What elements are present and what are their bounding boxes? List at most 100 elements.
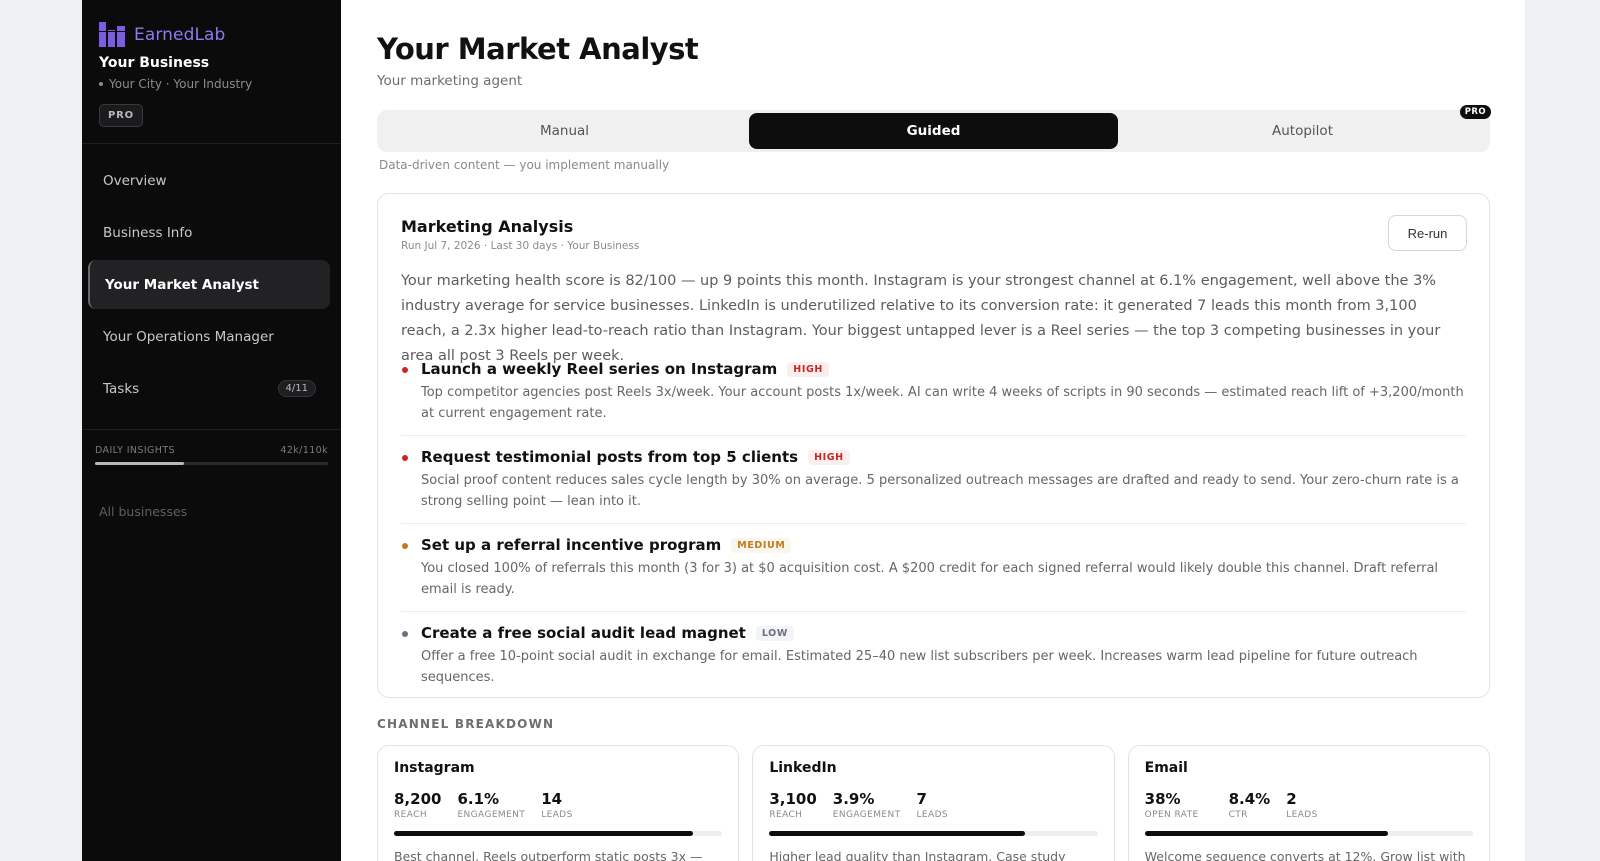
- channel-name: Instagram: [394, 760, 475, 776]
- channel-stat: 6.1% ENGAGEMENT: [457, 790, 525, 820]
- daily-insights-bar: [95, 462, 328, 465]
- channel-breakdown: Instagram 8,200 REACH 6.1% ENGAGEMENT 14 LE…: [377, 745, 1490, 861]
- rerun-button[interactable]: Re-run: [1388, 215, 1467, 251]
- business-meta-text: Your City · Your Industry: [109, 77, 253, 91]
- stat-value: 8.4%: [1228, 790, 1271, 808]
- stat-label: OPEN RATE: [1144, 810, 1199, 820]
- sidebar-item-label: Your Market Analyst: [105, 276, 259, 293]
- stat-label: LEADS: [916, 810, 949, 820]
- analysis-title: Marketing Analysis: [401, 217, 574, 236]
- channel-progress-fill: [1144, 831, 1388, 836]
- sidebar-item-label: Business Info: [103, 224, 193, 241]
- list-item[interactable]: Request testimonial posts from top 5 cli…: [401, 436, 1466, 524]
- sidebar-item-operations-manager[interactable]: Your Operations Manager: [88, 312, 330, 361]
- mode-tab-manual[interactable]: Manual: [380, 113, 749, 149]
- priority-dot-icon: [402, 367, 408, 373]
- sidebar-item-label: Overview: [103, 172, 167, 189]
- recommendation-body: You closed 100% of referrals this month …: [421, 561, 1439, 597]
- stat-value: 7: [916, 790, 927, 808]
- list-item[interactable]: Launch a weekly Reel series on Instagram…: [401, 356, 1466, 436]
- stat-value: 38%: [1144, 790, 1181, 808]
- channel-stat: 8.4% CTR: [1229, 790, 1271, 820]
- stat-label: ENGAGEMENT: [832, 810, 901, 820]
- sidebar-item-market-analyst[interactable]: Your Market Analyst: [88, 260, 330, 309]
- stat-value: 3,100: [769, 790, 817, 808]
- mode-tab-guided[interactable]: Guided: [749, 113, 1118, 149]
- recommendations-list: Launch a weekly Reel series on Instagram…: [401, 356, 1466, 692]
- sidebar-divider: [82, 143, 341, 144]
- recommendation-body: Social proof content reduces sales cycle…: [421, 473, 1459, 509]
- channel-name: LinkedIn: [769, 760, 837, 776]
- marketing-analysis-card: Marketing Analysis Run Jul 7, 2026 · Las…: [377, 193, 1490, 698]
- list-item[interactable]: Create a free social audit lead magnet L…: [401, 612, 1466, 692]
- page-title: Your Market Analyst: [377, 32, 699, 66]
- priority-badge: MEDIUM: [731, 537, 792, 553]
- channel-stat: 3.9% ENGAGEMENT: [833, 790, 901, 820]
- earnedlab-logo-icon: [99, 22, 125, 47]
- brand-name: EarnedLab: [134, 24, 226, 45]
- recommendation-title: Request testimonial posts from top 5 cli…: [421, 448, 799, 466]
- sidebar-item-overview[interactable]: Overview: [88, 156, 330, 205]
- business-meta: Your City · Your Industry: [99, 77, 252, 91]
- channel-stat: 2 LEADS: [1286, 790, 1318, 820]
- channel-card-instagram[interactable]: Instagram 8,200 REACH 6.1% ENGAGEMENT 14 LE…: [377, 745, 740, 861]
- stat-label: ENGAGEMENT: [457, 810, 526, 820]
- channel-stat: 7 LEADS: [917, 790, 949, 820]
- priority-badge: LOW: [755, 625, 794, 641]
- main-content: Your Market Analyst Your marketing agent…: [341, 0, 1525, 861]
- location-dot-icon: [99, 82, 103, 86]
- channel-note: Higher lead quality than Instagram. Case…: [769, 849, 1066, 861]
- sidebar-item-label: Tasks: [103, 380, 140, 397]
- channel-note: Best channel. Reels outperform static po…: [394, 849, 703, 861]
- sidebar-nav: Overview Business Info Your Market Analy…: [88, 156, 330, 416]
- channel-progress-bar: [394, 831, 723, 836]
- stat-label: REACH: [769, 810, 803, 820]
- sidebar-item-tasks[interactable]: Tasks 4/11: [88, 364, 330, 413]
- channel-stat: 38% OPEN RATE: [1145, 790, 1199, 820]
- recommendation-body: Offer a free 10-point social audit in ex…: [421, 649, 1418, 685]
- stat-label: LEADS: [541, 810, 573, 820]
- recommendation-body: Top competitor agencies post Reels 3x/we…: [421, 385, 1464, 421]
- stat-label: REACH: [394, 810, 427, 820]
- daily-insights-label: DAILY INSIGHTS: [95, 445, 175, 456]
- stat-value: 3.9%: [832, 790, 875, 808]
- channel-progress-fill: [769, 831, 1026, 836]
- channel-stat: 3,100 REACH: [769, 790, 816, 820]
- recommendation-title: Launch a weekly Reel series on Instagram: [421, 360, 778, 378]
- plan-badge: PRO: [99, 104, 143, 127]
- page-subtitle: Your marketing agent: [377, 73, 523, 89]
- mode-hint: Data-driven content — you implement manu…: [379, 158, 670, 172]
- priority-badge: HIGH: [787, 361, 829, 377]
- channel-stat: 14 LEADS: [541, 790, 573, 820]
- list-item[interactable]: Set up a referral incentive program MEDI…: [401, 524, 1466, 612]
- daily-insights-fill: [95, 462, 184, 465]
- tasks-count-badge: 4/11: [277, 380, 316, 397]
- channel-card-linkedin[interactable]: LinkedIn 3,100 REACH 3.9% ENGAGEMENT 7 LEAD…: [752, 745, 1115, 861]
- brand[interactable]: EarnedLab: [99, 22, 225, 47]
- sidebar: EarnedLab Your Business Your City · Your…: [82, 0, 341, 861]
- sidebar-divider: [82, 429, 341, 430]
- priority-badge: HIGH: [808, 449, 850, 465]
- daily-insights-usage: 42k/110k: [280, 445, 328, 456]
- stat-label: CTR: [1228, 810, 1248, 820]
- channel-note: Welcome sequence converts at 12%. Grow l…: [1144, 849, 1466, 861]
- channel-breakdown-heading: CHANNEL BREAKDOWN: [377, 717, 555, 731]
- all-businesses-link[interactable]: All businesses: [99, 504, 187, 519]
- recommendation-title: Create a free social audit lead magnet: [421, 624, 746, 642]
- analysis-summary: Your marketing health score is 82/100 — …: [401, 273, 1441, 364]
- channel-name: Email: [1144, 760, 1188, 776]
- analysis-meta: Run Jul 7, 2026 · Last 30 days · Your Bu…: [401, 240, 640, 252]
- mode-tab-autopilot[interactable]: Autopilot: [1118, 113, 1487, 149]
- mode-selector: Manual Guided Autopilot PRO: [377, 105, 1491, 152]
- stat-value: 8,200: [394, 790, 442, 808]
- sidebar-item-business-info[interactable]: Business Info: [88, 208, 330, 257]
- recommendation-title: Set up a referral incentive program: [421, 536, 722, 554]
- channel-progress-bar: [769, 831, 1098, 836]
- channel-card-email[interactable]: Email 38% OPEN RATE 8.4% CTR 2 LEADS Welcom…: [1127, 745, 1490, 861]
- business-name: Your Business: [99, 55, 210, 71]
- channel-stat: 8,200 REACH: [394, 790, 441, 820]
- daily-insights: DAILY INSIGHTS 42k/110k: [95, 445, 328, 465]
- priority-dot-icon: [402, 543, 408, 549]
- channel-progress-bar: [1144, 831, 1473, 836]
- stat-value: 14: [541, 790, 563, 808]
